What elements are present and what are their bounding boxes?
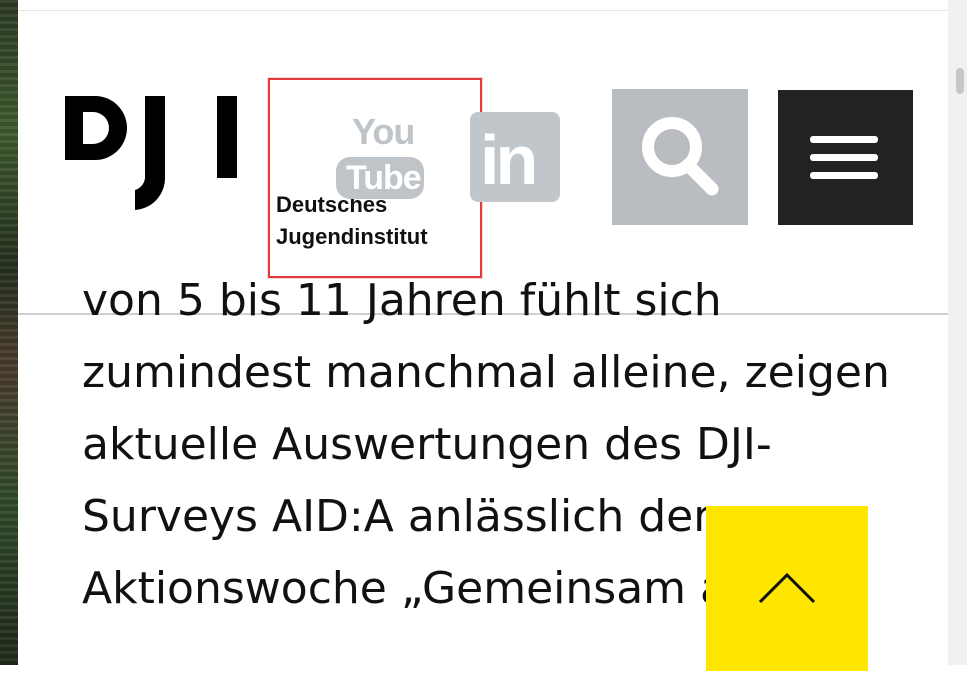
chevron-up-icon xyxy=(758,572,816,604)
search-icon xyxy=(642,117,719,196)
hamburger-menu-icon-bar-1 xyxy=(810,136,878,143)
hamburger-menu-icon-bar-2 xyxy=(810,154,878,161)
menu-button[interactable] xyxy=(778,90,913,225)
search-button[interactable] xyxy=(612,89,748,225)
vertical-scrollbar[interactable] xyxy=(948,0,967,665)
article-line-1: von 5 bis 11 Jahren fühlt sich xyxy=(82,275,722,326)
back-to-top-button[interactable] xyxy=(706,506,868,671)
article-line-2: zumindest manchmal alleine, zeigen xyxy=(82,347,890,398)
hamburger-menu-icon-bar-3 xyxy=(810,172,878,179)
logo-highlight-box xyxy=(268,78,482,278)
article-line-3: aktuelle Auswertungen des DJI- xyxy=(82,419,772,470)
linkedin-label: in xyxy=(480,121,538,199)
scrollbar-thumb[interactable] xyxy=(956,68,964,94)
linkedin-icon[interactable]: in xyxy=(470,112,560,202)
dji-logo[interactable] xyxy=(63,86,243,216)
background-image-strip xyxy=(0,0,18,665)
